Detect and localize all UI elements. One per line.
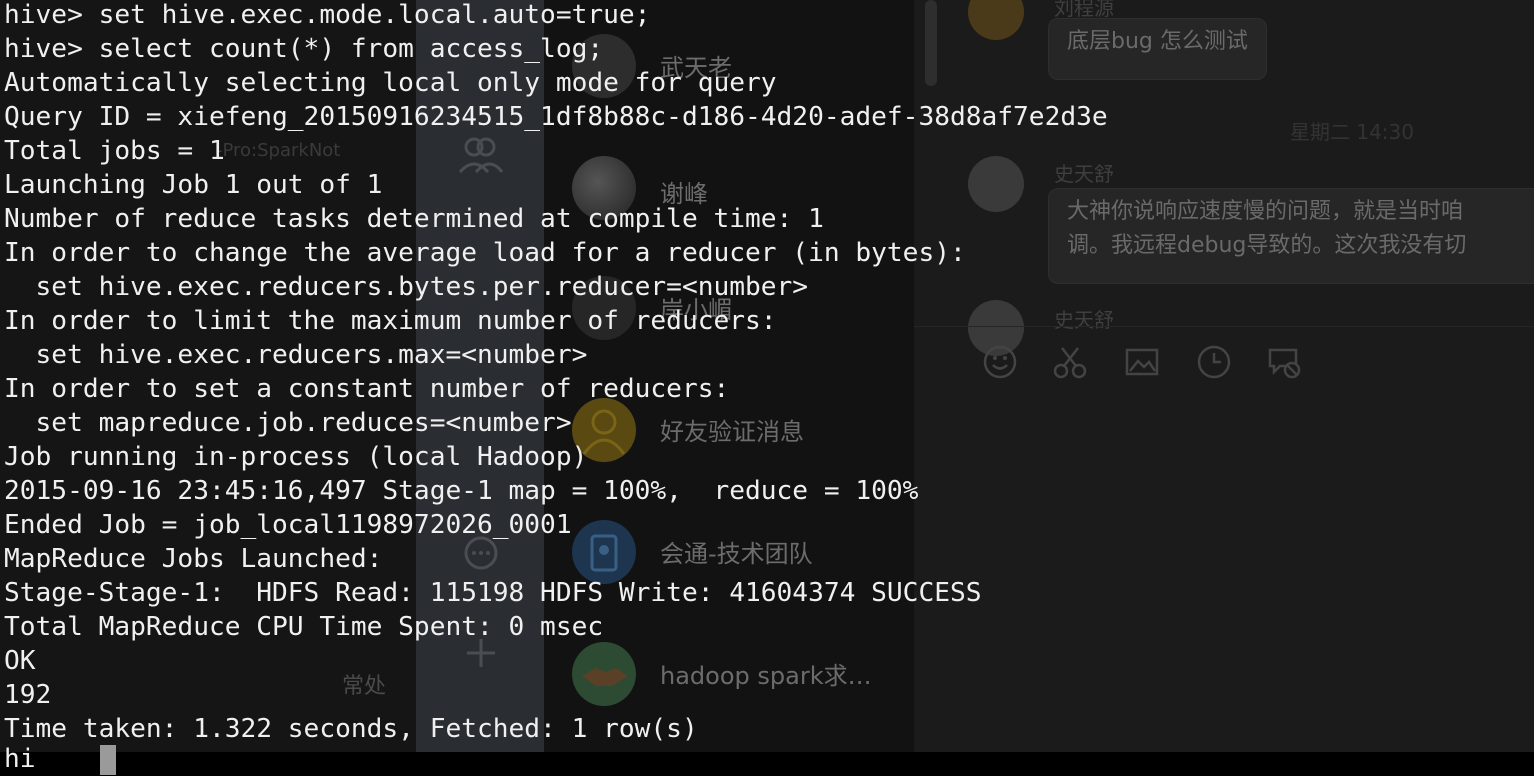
terminal-line: Number of reduce tasks determined at com…: [4, 204, 824, 234]
terminal-line: Job running in-process (local Hadoop): [4, 442, 588, 472]
terminal-line: MapReduce Jobs Launched:: [4, 544, 383, 574]
terminal-line: set hive.exec.reducers.max=<number>: [4, 340, 588, 370]
terminal-line: Ended Job = job_local1198972026_0001: [4, 510, 572, 540]
terminal-line: Total jobs = 1: [4, 136, 225, 166]
terminal-prompt[interactable]: hi: [4, 742, 36, 776]
terminal-line: hive> select count(*) from access_log;: [4, 34, 604, 64]
terminal-line: Launching Job 1 out of 1: [4, 170, 383, 200]
terminal-line: In order to limit the maximum number of …: [4, 306, 777, 336]
terminal-line: set hive.exec.reducers.bytes.per.reducer…: [4, 272, 809, 302]
terminal-line: Time taken: 1.322 seconds, Fetched: 1 ro…: [4, 714, 698, 744]
terminal-line: Automatically selecting local only mode …: [4, 68, 777, 98]
terminal-line: Query ID = xiefeng_20150916234515_1df8b8…: [4, 102, 1108, 132]
terminal-output[interactable]: hive> set hive.exec.mode.local.auto=true…: [0, 0, 1534, 775]
terminal-line: In order to change the average load for …: [4, 238, 966, 268]
terminal-line: Stage-Stage-1: HDFS Read: 115198 HDFS Wr…: [4, 578, 982, 608]
terminal-cursor: [100, 745, 116, 775]
terminal-line: hive> set hive.exec.mode.local.auto=true…: [4, 0, 651, 30]
terminal-line: set mapreduce.job.reduces=<number>: [4, 408, 572, 438]
terminal-line: 192: [4, 680, 52, 710]
terminal-line: OK: [4, 646, 36, 676]
terminal-line: 2015-09-16 23:45:16,497 Stage-1 map = 10…: [4, 476, 919, 506]
terminal-line: In order to set a constant number of red…: [4, 374, 730, 404]
terminal-line: Total MapReduce CPU Time Spent: 0 msec: [4, 612, 604, 642]
